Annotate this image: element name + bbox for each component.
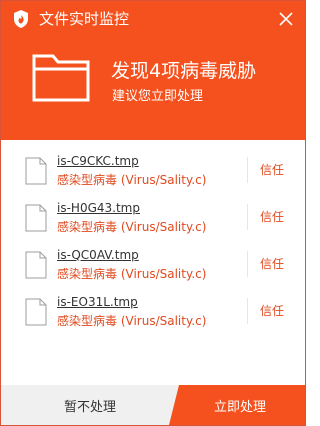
threat-filename[interactable]: is-QC0AV.tmp [57, 247, 139, 263]
ignore-button[interactable]: 暂不处理 [1, 385, 179, 425]
threat-item: is-C9CKC.tmp 感染型病毒 (Virus/Sality.c) 信任 [1, 153, 305, 199]
file-icon [25, 251, 47, 279]
threat-list: is-C9CKC.tmp 感染型病毒 (Virus/Sality.c) 信任 i… [1, 140, 305, 385]
threat-virus-type: 感染型病毒 (Virus/Sality.c) [57, 173, 207, 187]
window-title: 文件实时监控 [39, 10, 130, 28]
title-bar: 文件实时监控 [1, 1, 305, 37]
threat-item: is-QC0AV.tmp 感染型病毒 (Virus/Sality.c) 信任 [1, 247, 305, 293]
action-footer: 暂不处理 立即处理 [1, 385, 305, 425]
threat-filename[interactable]: is-C9CKC.tmp [57, 153, 139, 169]
file-monitor-window: 文件实时监控 发现4项病毒威胁 建议您立即处理 is-C9CKC.tmp 感染型… [0, 0, 306, 426]
trust-button[interactable]: 信任 [260, 256, 284, 272]
alert-header: 文件实时监控 发现4项病毒威胁 建议您立即处理 [1, 1, 305, 140]
threat-virus-type: 感染型病毒 (Virus/Sality.c) [57, 220, 207, 234]
threat-filename[interactable]: is-H0G43.tmp [57, 200, 140, 216]
close-icon[interactable] [277, 10, 295, 28]
threat-item: is-EO31L.tmp 感染型病毒 (Virus/Sality.c) 信任 [1, 294, 305, 340]
handle-now-button[interactable]: 立即处理 [169, 385, 305, 425]
trust-button[interactable]: 信任 [260, 303, 284, 319]
threat-virus-type: 感染型病毒 (Virus/Sality.c) [57, 267, 207, 281]
file-icon [25, 204, 47, 232]
shield-flame-logo-icon [14, 10, 28, 28]
alert-subline: 建议您立即处理 [112, 89, 204, 104]
divider [247, 251, 248, 277]
threat-virus-type: 感染型病毒 (Virus/Sality.c) [57, 314, 207, 328]
trust-button[interactable]: 信任 [260, 162, 284, 178]
divider [247, 157, 248, 183]
trust-button[interactable]: 信任 [260, 209, 284, 225]
threat-item: is-H0G43.tmp 感染型病毒 (Virus/Sality.c) 信任 [1, 200, 305, 246]
folder-icon [32, 54, 90, 102]
file-icon [25, 157, 47, 185]
divider [247, 298, 248, 324]
alert-headline: 发现4项病毒威胁 [111, 60, 257, 82]
divider [247, 204, 248, 230]
threat-filename[interactable]: is-EO31L.tmp [57, 294, 138, 310]
file-icon [25, 298, 47, 326]
